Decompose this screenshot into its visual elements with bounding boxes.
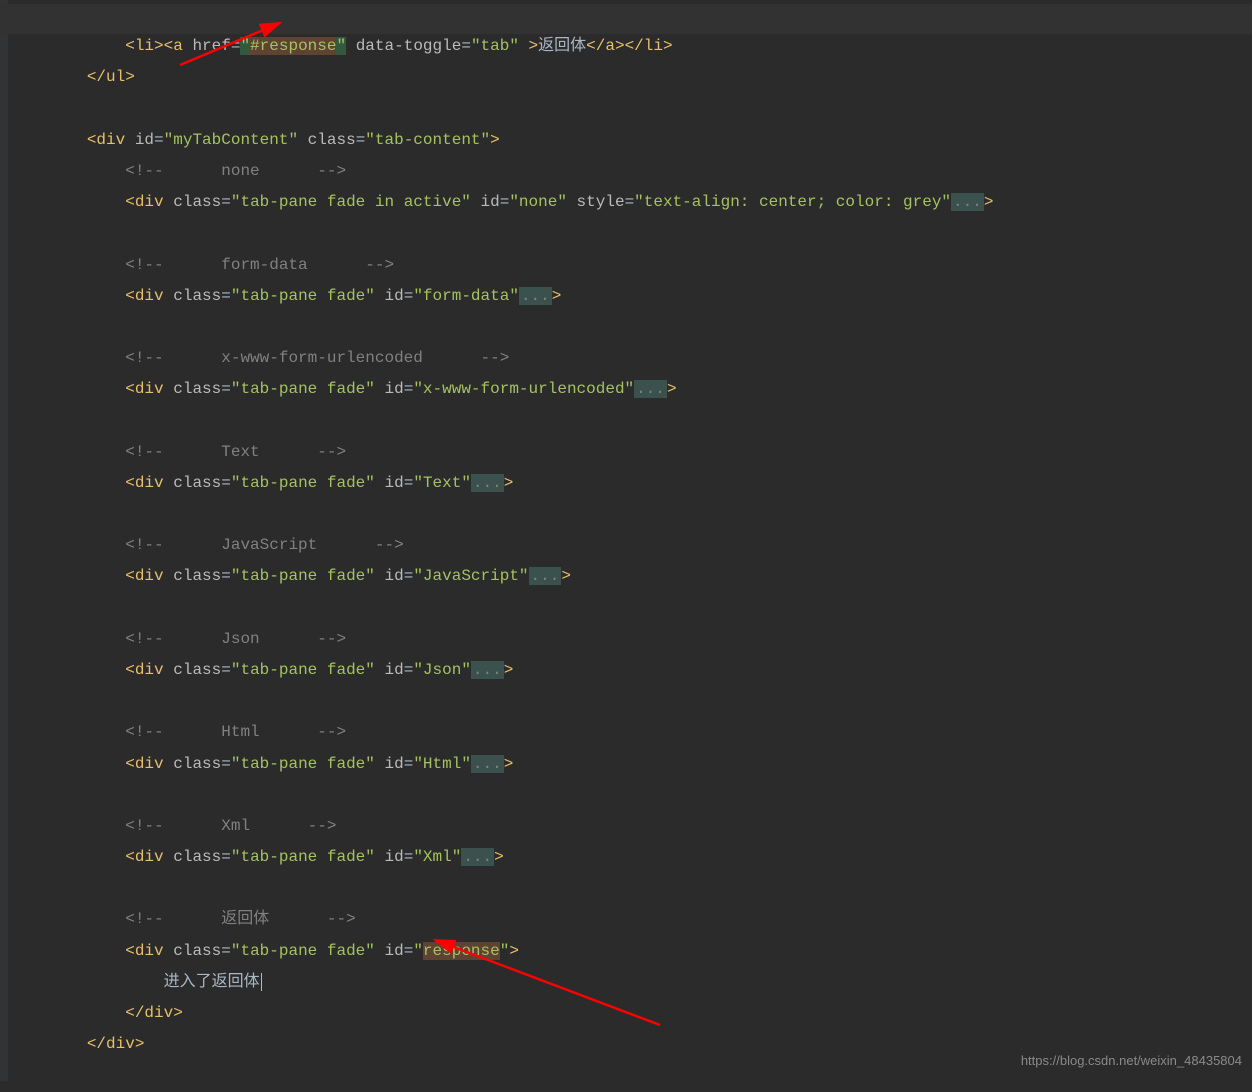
comment-fanhuiti: 返回体	[221, 910, 269, 928]
id-value-response: response	[423, 942, 500, 960]
code-fold[interactable]: ...	[471, 661, 504, 679]
code-editor[interactable]: <li><a href="#response" data-toggle="tab…	[0, 0, 1252, 1092]
comment: <!--	[125, 162, 163, 180]
tag-ul-close: </ul>	[87, 68, 135, 86]
code-fold[interactable]: ...	[529, 567, 562, 585]
text-fanhuiti: 返回体	[538, 37, 586, 55]
outer-div-close: </div>	[87, 1035, 145, 1053]
code-fold[interactable]: ...	[471, 474, 504, 492]
attr-href: href	[192, 37, 230, 55]
attr-data-toggle: data-toggle	[356, 37, 462, 55]
code-fold[interactable]: ...	[951, 193, 984, 211]
tag-a: <a	[164, 37, 193, 55]
text-entered-response: 进入了返回体	[164, 973, 260, 991]
watermark-text: https://blog.csdn.net/weixin_48435804	[1021, 1048, 1242, 1073]
code-fold[interactable]: ...	[519, 287, 552, 305]
tag-div-close: </div>	[125, 1004, 183, 1022]
tag-li: <li>	[125, 37, 163, 55]
code-fold[interactable]: ...	[634, 380, 667, 398]
code-fold[interactable]: ...	[471, 755, 504, 773]
href-value-response: #response	[250, 37, 336, 55]
tag-div: <div	[87, 131, 135, 149]
code-fold[interactable]: ...	[461, 848, 494, 866]
